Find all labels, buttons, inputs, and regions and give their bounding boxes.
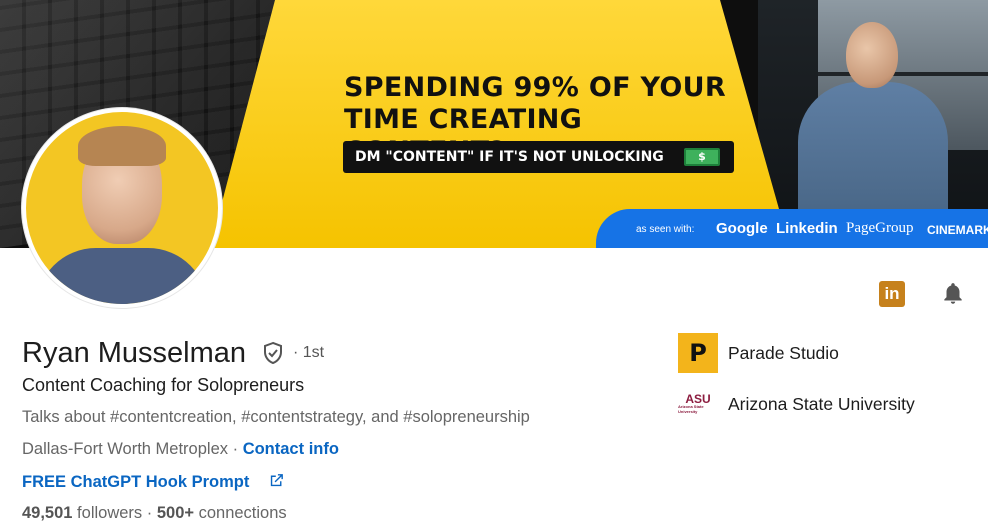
profile-avatar[interactable] <box>22 108 222 308</box>
followers-count: 49,501 <box>22 504 73 522</box>
linkedin-premium-icon[interactable]: in <box>879 281 905 307</box>
connections-label[interactable]: connections <box>194 504 287 522</box>
asu-logo: ASU Arizona State University <box>678 384 718 424</box>
followers-label: followers <box>72 504 143 522</box>
location-row: Dallas-Fort Worth Metroplex · Contact in… <box>22 440 339 459</box>
current-company[interactable]: P Parade Studio <box>678 333 839 373</box>
featured-link[interactable]: FREE ChatGPT Hook Prompt <box>22 472 285 492</box>
education-school[interactable]: ASU Arizona State University Arizona Sta… <box>678 384 915 424</box>
verified-shield-icon[interactable] <box>261 341 285 365</box>
pagegroup-logo: PageGroup <box>846 220 914 236</box>
profile-headline: Content Coaching for Solopreneurs <box>22 375 305 395</box>
location-separator: · <box>228 440 243 458</box>
company-name[interactable]: Parade Studio <box>728 343 839 364</box>
as-seen-with-label: as seen with: <box>636 224 695 235</box>
connection-degree: · 1st <box>293 344 325 361</box>
asu-logo-subtext: Arizona State University <box>678 404 704 414</box>
featured-link-label[interactable]: FREE ChatGPT Hook Prompt <box>22 473 249 491</box>
as-seen-with-bar: as seen with: Google Linkedin PageGroup … <box>596 209 988 248</box>
school-name[interactable]: Arizona State University <box>728 394 915 415</box>
cinemark-logo: CINEMARK <box>927 223 988 237</box>
connections-count[interactable]: 500+ <box>157 504 194 522</box>
google-logo: Google <box>716 220 768 237</box>
linkedin-logo: Linkedin <box>776 220 838 237</box>
parade-studio-logo: P <box>678 333 718 373</box>
asu-logo-text: ASU <box>685 392 711 406</box>
talks-about: Talks about #contentcreation, #contentst… <box>22 408 530 426</box>
stats-separator: · <box>142 504 157 522</box>
banner-dm-text: DM "CONTENT" IF IT'S NOT UNLOCKING <box>355 149 664 165</box>
network-stats: 49,501 followers · 500+ connections <box>22 504 287 523</box>
external-link-icon <box>270 474 283 487</box>
location-text: Dallas-Fort Worth Metroplex <box>22 440 229 458</box>
money-icon: $ <box>684 148 720 166</box>
profile-name: Ryan Musselman <box>22 337 247 369</box>
banner-dm-callout: DM "CONTENT" IF IT'S NOT UNLOCKING $ <box>343 141 734 173</box>
banner-headline-line1: SPENDING 99% OF YOUR <box>344 72 726 103</box>
bell-icon[interactable] <box>940 281 966 307</box>
contact-info-link[interactable]: Contact info <box>243 440 339 458</box>
